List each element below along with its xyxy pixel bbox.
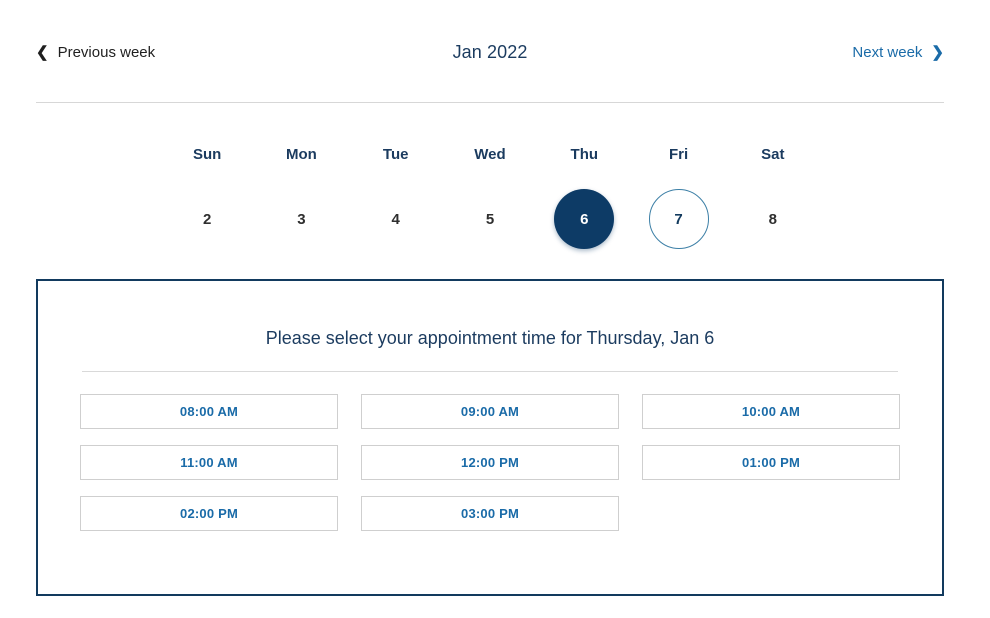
day-of-week-sun: Sun: [192, 146, 222, 163]
day-of-week-row: Sun Mon Tue Wed Thu Fri Sat: [160, 140, 820, 170]
time-slot-button[interactable]: 12:00 PM: [361, 445, 619, 480]
date-cell: 6: [537, 189, 631, 249]
header-divider: [36, 102, 944, 103]
day-of-week-tue: Tue: [382, 146, 409, 163]
date-button-8[interactable]: 8: [743, 189, 803, 249]
panel-title: Please select your appointment time for …: [265, 328, 715, 348]
previous-week-button[interactable]: ❮ Previous week: [36, 45, 155, 60]
month-title: Jan 2022: [452, 42, 528, 62]
date-cell: 3: [254, 189, 348, 249]
next-week-button[interactable]: Next week ❯: [852, 45, 944, 60]
day-of-week-thu: Thu: [570, 146, 599, 163]
time-slot-button[interactable]: 03:00 PM: [361, 496, 619, 531]
date-button-4[interactable]: 4: [366, 189, 426, 249]
day-of-week-mon: Mon: [286, 146, 317, 163]
date-cell: 8: [726, 189, 820, 249]
time-slot-button[interactable]: 10:00 AM: [642, 394, 900, 429]
panel-divider: [82, 371, 898, 372]
calendar-header: ❮ Previous week Jan 2022 Next week ❯: [36, 30, 944, 75]
date-button-5[interactable]: 5: [460, 189, 520, 249]
date-button-3[interactable]: 3: [271, 189, 331, 249]
day-of-week-wed: Wed: [474, 146, 506, 163]
time-slot-empty-cell: [642, 496, 900, 531]
time-slot-button[interactable]: 01:00 PM: [642, 445, 900, 480]
day-of-week-fri: Fri: [668, 146, 689, 163]
week-grid: Sun Mon Tue Wed Thu Fri Sat 2 3 4 5 6 7 …: [160, 140, 820, 249]
date-row: 2 3 4 5 6 7 8: [160, 189, 820, 249]
date-button-2[interactable]: 2: [177, 189, 237, 249]
time-slot-button[interactable]: 08:00 AM: [80, 394, 338, 429]
date-button-7-today[interactable]: 7: [648, 189, 709, 249]
time-slot-grid: 08:00 AM 09:00 AM 10:00 AM 11:00 AM 12:0…: [80, 394, 900, 531]
date-cell: 7: [631, 189, 725, 249]
date-cell: 4: [349, 189, 443, 249]
day-of-week-sat: Sat: [761, 146, 785, 163]
date-button-6-selected[interactable]: 6: [554, 189, 615, 249]
time-slot-button[interactable]: 02:00 PM: [80, 496, 338, 531]
time-slot-button[interactable]: 11:00 AM: [80, 445, 338, 480]
next-week-label: Next week: [852, 44, 923, 61]
time-slot-button[interactable]: 09:00 AM: [361, 394, 619, 429]
chevron-left-icon: ❮: [36, 44, 49, 61]
date-cell: 2: [160, 189, 254, 249]
previous-week-label: Previous week: [57, 44, 156, 61]
appointment-scheduler: ❮ Previous week Jan 2022 Next week ❯ Sun…: [0, 0, 990, 618]
chevron-right-icon: ❯: [931, 44, 944, 61]
time-slot-panel: Please select your appointment time for …: [36, 279, 944, 596]
date-cell: 5: [443, 189, 537, 249]
